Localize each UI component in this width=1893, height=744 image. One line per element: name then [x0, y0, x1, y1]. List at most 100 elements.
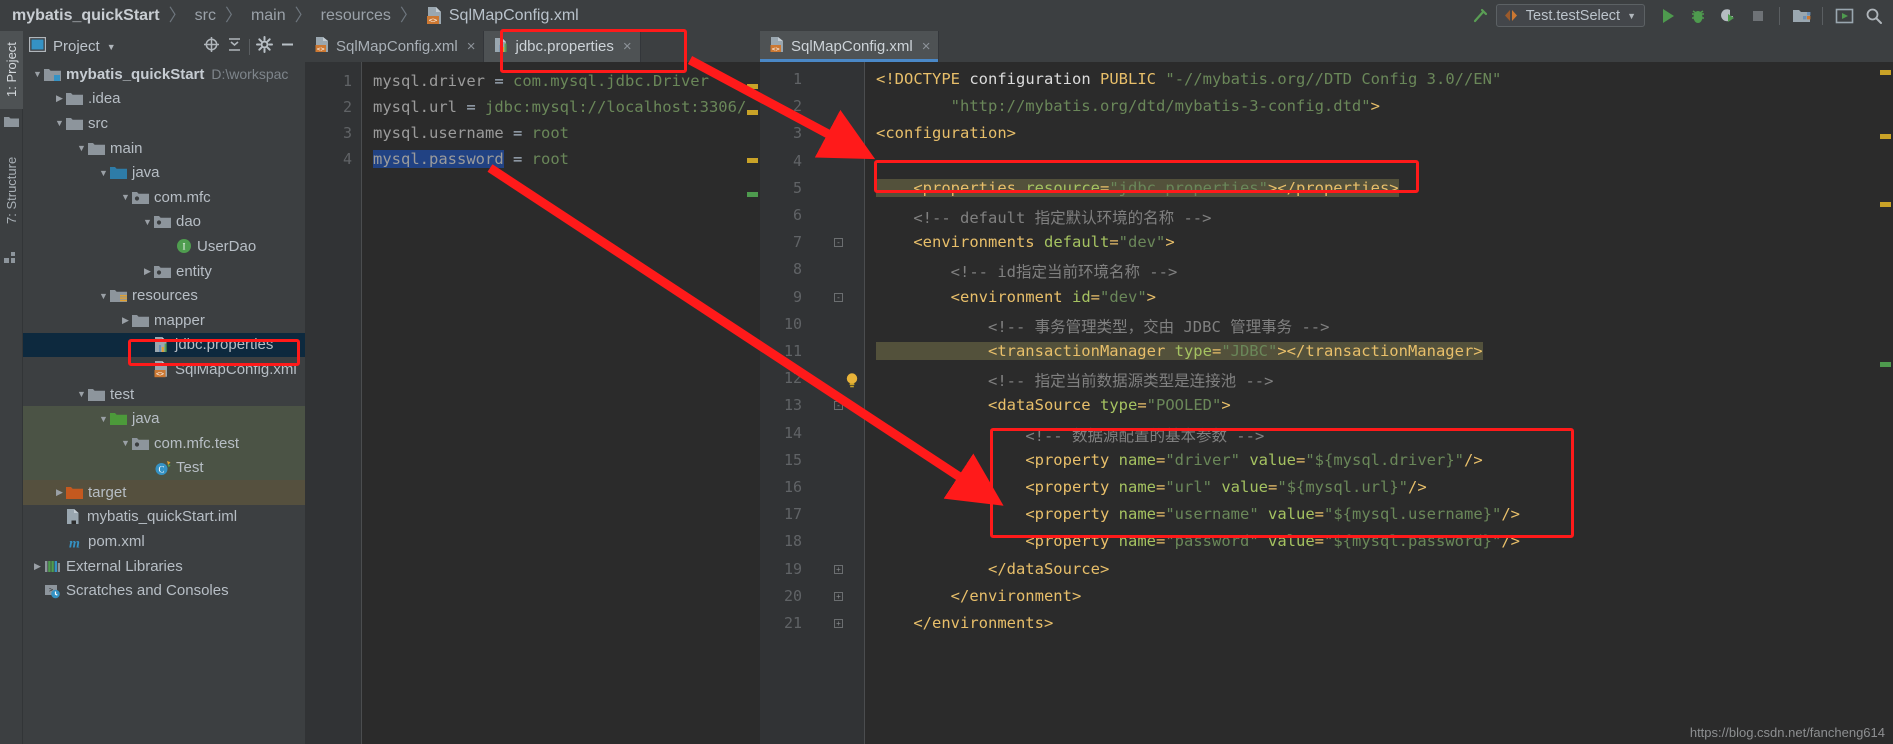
tree-node-target[interactable]: ▶ target — [23, 480, 305, 505]
code-fold-toggle[interactable]: - — [834, 238, 843, 248]
code-line[interactable]: mysql.username = root — [373, 124, 569, 142]
chevron-down-icon[interactable]: ▼ — [141, 217, 154, 227]
breadcrumb-item-project[interactable]: mybatis_quickStart — [12, 0, 160, 31]
collapse-all-icon[interactable] — [226, 36, 243, 58]
tree-node-test[interactable]: ▼ test — [23, 382, 305, 407]
editor-tab-sqlmapconfig-right[interactable]: <> SqlMapConfig.xml × — [760, 31, 940, 62]
code-line[interactable]: <!DOCTYPE configuration PUBLIC "-//mybat… — [876, 70, 1501, 88]
code-fold-toggle[interactable]: - — [834, 292, 843, 302]
select-run-target-icon[interactable] — [1829, 0, 1859, 31]
code-token: "http://mybatis.org/dtd/mybatis-3-config… — [950, 97, 1371, 116]
code-line[interactable]: </environments> — [876, 614, 1053, 632]
tree-node-external-libraries[interactable]: ▶ External Libraries — [23, 554, 305, 579]
chevron-down-icon[interactable]: ▼ — [75, 389, 88, 399]
code-line[interactable]: mysql.driver = com.mysql.jdbc.Driver — [373, 72, 709, 90]
scrollbar-markers-left[interactable] — [746, 62, 760, 744]
breadcrumb-item-resources[interactable]: resources — [321, 0, 391, 31]
code-line[interactable]: <configuration> — [876, 124, 1016, 142]
tree-node-java[interactable]: ▼ java — [23, 406, 305, 431]
code-token: "POOLED" — [1146, 396, 1222, 415]
tree-node-userdao[interactable]: I UserDao — [23, 234, 305, 259]
code-editor-left[interactable]: 1 2 3 4 mysql.driver = com.mysql.jdbc.Drive… — [305, 62, 760, 744]
tree-node-scratches-and-consoles[interactable]: >_ Scratches and Consoles — [23, 578, 305, 603]
tree-node-entity[interactable]: ▶ entity — [23, 259, 305, 284]
hide-panel-icon[interactable] — [279, 36, 296, 58]
code-line[interactable]: <!-- id指定当前环境名称 --> — [876, 260, 1178, 282]
code-line[interactable]: <transactionManager type="JDBC"></transa… — [876, 342, 1483, 360]
chevron-down-icon[interactable]: ▼ — [75, 143, 88, 153]
code-fold-toggle[interactable]: + — [834, 619, 843, 628]
search-icon[interactable] — [1859, 0, 1889, 31]
tree-node-label: pom.xml — [88, 533, 145, 551]
chevron-down-icon[interactable]: ▼ — [97, 414, 110, 424]
code-fold-toggle[interactable]: - — [834, 129, 843, 139]
breadcrumb-item-src[interactable]: src — [195, 0, 216, 31]
scrollbar-markers-right[interactable] — [1879, 62, 1893, 744]
tree-node-resources[interactable]: ▼ resources — [23, 283, 305, 308]
code-line[interactable]: <!-- default 指定默认环境的名称 --> — [876, 206, 1211, 228]
close-icon[interactable]: × — [467, 38, 476, 55]
code-fold-toggle[interactable]: + — [834, 564, 843, 574]
locate-icon[interactable] — [203, 36, 220, 58]
code-fold-toggle[interactable]: + — [834, 591, 843, 601]
breadcrumb-item-file[interactable]: SqlMapConfig.xml — [449, 7, 579, 25]
tree-node-mapper[interactable]: ▶ mapper — [23, 308, 305, 333]
chevron-right-icon[interactable]: ▶ — [141, 266, 154, 277]
chevron-down-icon[interactable]: ▼ — [119, 192, 132, 202]
structure-icon — [4, 251, 19, 269]
intention-bulb-icon[interactable] — [845, 372, 859, 388]
chevron-right-icon[interactable]: ▶ — [119, 315, 132, 326]
code-line[interactable]: <!-- 指定当前数据源类型是连接池 --> — [876, 369, 1274, 391]
close-icon[interactable]: × — [922, 38, 931, 55]
debug-icon[interactable] — [1683, 0, 1713, 31]
tree-node-dao[interactable]: ▼ dao — [23, 210, 305, 235]
editor-tab-sqlmapconfig[interactable]: <> SqlMapConfig.xml × — [305, 31, 485, 62]
run-icon[interactable] — [1653, 0, 1683, 31]
run-configuration-selector[interactable]: Test.testSelect ▼ — [1495, 4, 1645, 27]
chevron-down-icon[interactable]: ▼ — [31, 69, 44, 79]
breadcrumb-item-main[interactable]: main — [251, 0, 286, 31]
hammer-build-icon[interactable] — [1466, 0, 1496, 31]
code-fold-toggle[interactable]: - — [834, 401, 843, 411]
tool-tab-project[interactable]: 1: Project — [0, 31, 23, 109]
tree-node-idea[interactable]: ▶ .idea — [23, 87, 305, 112]
code-token: <environment — [950, 287, 1063, 306]
tree-node-mybatis-quickstart[interactable]: ▼ mybatis_quickStart D:\workspac — [23, 62, 305, 87]
code-line[interactable]: <!-- 事务管理类型，交由 JDBC 管理事务 --> — [876, 315, 1329, 337]
tree-node-main[interactable]: ▼ main — [23, 136, 305, 161]
code-content-left[interactable]: mysql.driver = com.mysql.jdbc.Driver mysq… — [363, 62, 760, 744]
code-token: mysql.password — [373, 150, 504, 168]
stop-icon[interactable] — [1743, 0, 1773, 31]
chevron-down-icon[interactable]: ▼ — [107, 42, 116, 52]
tree-node-com-mfc[interactable]: ▼ com.mfc — [23, 185, 305, 210]
package-icon — [154, 214, 171, 229]
code-line[interactable]: "http://mybatis.org/dtd/mybatis-3-config… — [876, 97, 1380, 115]
project-structure-icon[interactable] — [1786, 0, 1816, 31]
gear-icon[interactable] — [256, 35, 273, 58]
tool-tab-structure[interactable]: 7: Structure — [0, 136, 23, 244]
tree-node-src[interactable]: ▼ src — [23, 111, 305, 136]
code-line[interactable]: <environments default="dev"> — [876, 233, 1174, 251]
tree-node-pom-xml[interactable]: m pom.xml — [23, 529, 305, 554]
tree-node-java[interactable]: ▼ java — [23, 160, 305, 185]
code-line[interactable]: <dataSource type="POOLED"> — [876, 396, 1231, 414]
tree-node-mybatis-quickstart-iml[interactable]: mybatis_quickStart.iml — [23, 505, 305, 530]
tree-node-test[interactable]: C Test — [23, 455, 305, 481]
chevron-down-icon[interactable]: ▼ — [119, 438, 132, 448]
chevron-down-icon[interactable]: ▼ — [97, 168, 110, 178]
chevron-down-icon[interactable]: ▼ — [53, 118, 66, 128]
chevron-right-icon[interactable]: ▶ — [53, 93, 66, 104]
code-line[interactable]: mysql.url = jdbc:mysql://localhost:3306/ — [373, 98, 746, 116]
project-tree[interactable]: ▼ mybatis_quickStart D:\workspac ▶ .idea ▼ src… — [23, 62, 305, 744]
code-line[interactable]: mysql.password = root — [373, 150, 569, 168]
code-line[interactable]: </dataSource> — [876, 560, 1109, 578]
code-line[interactable]: </environment> — [876, 587, 1082, 605]
code-line[interactable]: <environment id="dev"> — [876, 288, 1156, 306]
run-with-coverage-icon[interactable] — [1713, 0, 1743, 31]
chevron-right-icon[interactable]: ▶ — [31, 561, 44, 572]
line-number: 2 — [342, 98, 352, 116]
chevron-down-icon[interactable]: ▼ — [97, 291, 110, 301]
code-token: > — [1043, 614, 1054, 632]
chevron-right-icon[interactable]: ▶ — [53, 487, 66, 498]
tree-node-com-mfc-test[interactable]: ▼ com.mfc.test — [23, 430, 305, 456]
